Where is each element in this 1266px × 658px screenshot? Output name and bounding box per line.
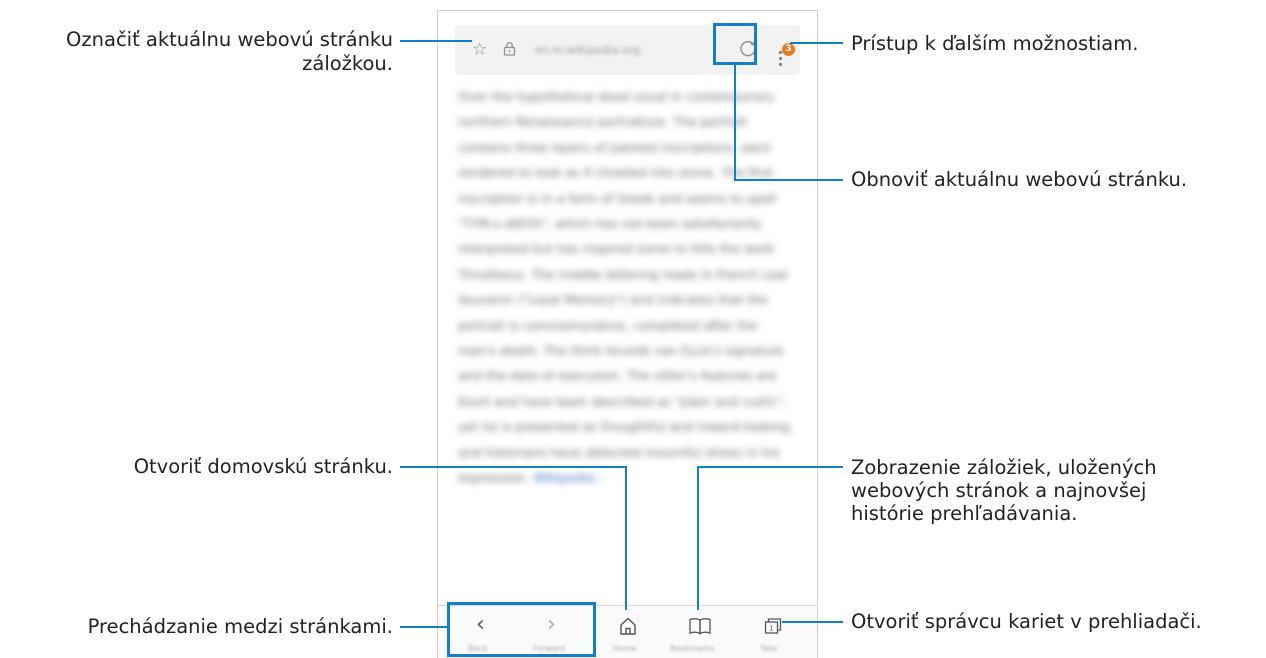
callout-line-home	[400, 466, 627, 468]
callout-bookmarks-line1: Zobrazenie záložiek, uložených	[851, 456, 1157, 479]
navigation-highlight	[447, 602, 596, 657]
page-content: Over the hypothetical dead usual in cont…	[458, 84, 798, 491]
content-paragraph: Over the hypothetical dead usual in cont…	[458, 89, 794, 486]
lock-icon	[503, 41, 516, 59]
phone-screen: ☆ en.m.wikipedia.org 3 Over the hypothet…	[437, 10, 818, 658]
callout-bookmarks: Zobrazenie záložiek, uložených webových …	[851, 456, 1157, 525]
callout-bookmark-line2: záložkou.	[302, 52, 393, 75]
callout-line-home-vertical	[625, 466, 627, 610]
callout-home: Otvoriť domovskú stránku.	[133, 455, 393, 478]
callout-line-reload	[734, 179, 843, 181]
star-icon[interactable]: ☆	[472, 41, 487, 59]
callout-line-more-options	[790, 42, 843, 44]
tabs-label: Tabs	[760, 644, 778, 653]
url-field[interactable]: en.m.wikipedia.org	[535, 44, 640, 57]
callout-line-bookmarks	[697, 466, 843, 468]
reload-highlight	[713, 23, 757, 65]
callout-line-navigate	[400, 626, 449, 628]
callout-reload: Obnoviť aktuálnu webovú stránku.	[851, 168, 1188, 191]
callout-bookmarks-line2: webových stránok a najnovšej	[851, 479, 1147, 502]
more-options-icon[interactable]	[779, 51, 783, 69]
home-icon[interactable]	[618, 616, 638, 641]
callout-line-reload-vertical	[734, 64, 736, 180]
bookmarks-label: Bookmarks	[670, 644, 715, 653]
callout-bookmark-line1: Označiť aktuálnu webovú stránku	[66, 28, 393, 51]
callout-line-tabs	[782, 621, 843, 623]
callout-line-bookmarks-vertical	[697, 466, 699, 610]
callout-tabs: Otvoriť správcu kariet v prehliadači.	[851, 610, 1202, 633]
notification-badge: 3	[782, 43, 795, 56]
callout-line-bookmark	[400, 40, 472, 42]
callout-bookmark: Označiť aktuálnu webovú stránku záložkou…	[66, 28, 393, 76]
callout-more-options: Prístup k ďalším možnostiam.	[851, 32, 1139, 55]
callout-bookmarks-line3: histórie prehľadávania.	[851, 502, 1078, 525]
bookmarks-icon[interactable]	[688, 616, 712, 641]
home-label: Home	[613, 644, 637, 653]
callout-navigate: Prechádzanie medzi stránkami.	[87, 615, 393, 638]
tabs-icon[interactable]: 1	[763, 616, 783, 641]
svg-text:1: 1	[769, 625, 773, 633]
content-link[interactable]: Wikipedia ›	[533, 470, 603, 485]
